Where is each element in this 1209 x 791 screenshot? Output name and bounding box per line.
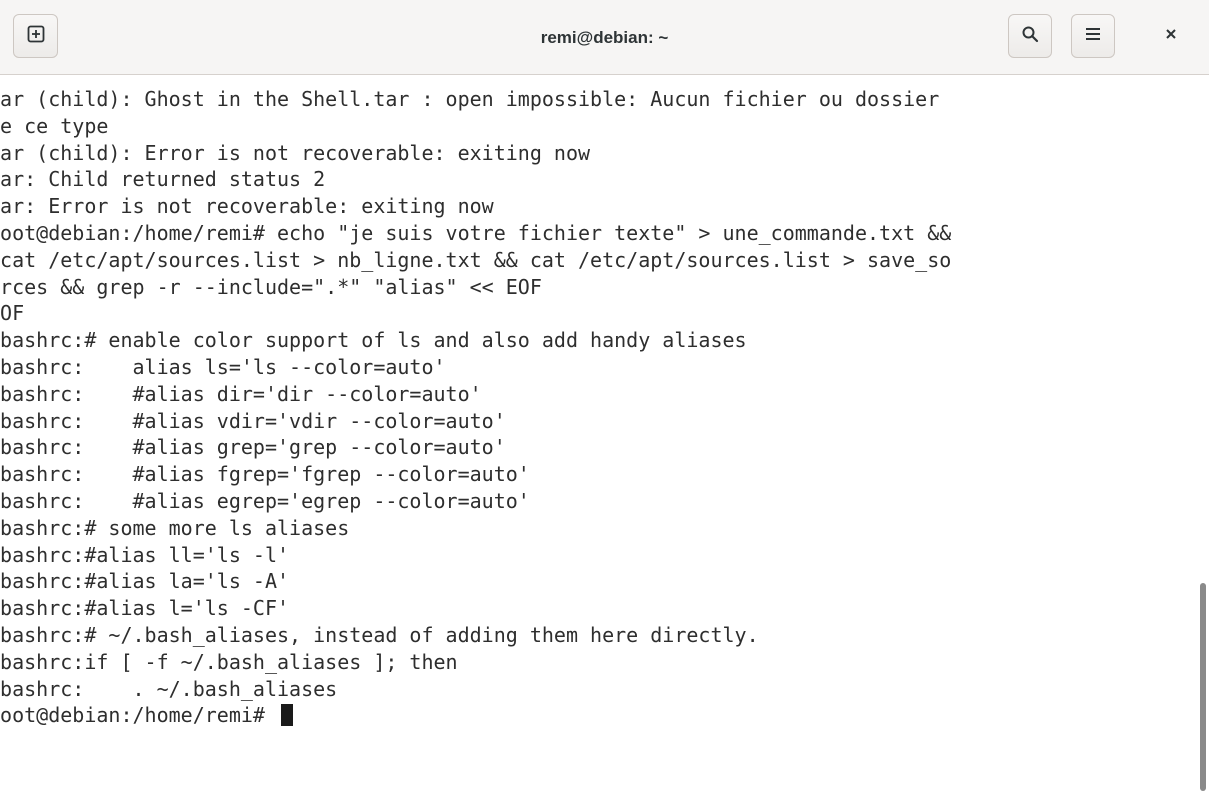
terminal-area[interactable]: :ar (child): Ghost in the Shell.tar : op… <box>0 75 1209 791</box>
terminal-line: EOF <box>0 301 25 326</box>
terminal-line: .bashrc:#alias ll='ls -l' <box>0 542 290 567</box>
menu-button[interactable] <box>1071 14 1115 58</box>
text-cursor <box>280 704 293 727</box>
terminal-line: :ar: Error is not recoverable: exiting n… <box>0 194 494 219</box>
terminal-line: .bashrc: . ~/.bash_aliases <box>0 676 338 701</box>
terminal-window: remi@debian: ~:ar (child): Ghost in the… <box>0 0 1209 791</box>
header-bar: remi@debian: ~ <box>0 0 1209 75</box>
scrollbar-thumb[interactable] <box>1200 583 1206 791</box>
terminal-line: le ce type <box>0 113 109 138</box>
terminal-line: .bashrc:if [ -f ~/.bash_aliases ]; then <box>0 649 458 674</box>
terminal-line: .bashrc: alias ls='ls --color=auto' <box>0 354 446 379</box>
close-button[interactable] <box>1148 14 1194 58</box>
vertical-scrollbar[interactable] <box>1197 75 1209 791</box>
terminal-line: :ar (child): Ghost in the Shell.tar : op… <box>0 87 940 111</box>
terminal-line: .bashrc: #alias egrep='egrep --color=aut… <box>0 488 530 513</box>
terminal-line: .bashrc:# ~/.bash_aliases, instead of ad… <box>0 622 759 647</box>
terminal-line: .bashrc: #alias fgrep='fgrep --color=aut… <box>0 462 530 487</box>
terminal-line: .bashrc: #alias grep='grep --color=auto' <box>0 435 506 460</box>
terminal-output: :ar (child): Ghost in the Shell.tar : op… <box>0 86 1200 729</box>
terminal-line: .bashrc: #alias vdir='vdir --color=auto' <box>0 408 506 433</box>
prompt-line[interactable]: root@debian:/home/remi# <box>0 702 1200 729</box>
new-tab-icon <box>27 25 45 48</box>
search-button[interactable] <box>1008 14 1052 58</box>
terminal-line: .bashrc:# enable color support of ls and… <box>0 328 747 353</box>
hamburger-menu-icon <box>1085 27 1101 46</box>
terminal-line: .bashrc: #alias dir='dir --color=auto' <box>0 381 482 406</box>
terminal-line: :ar: Child returned status 2 <box>0 167 326 192</box>
new-tab-button[interactable] <box>13 14 58 58</box>
close-icon <box>1164 27 1178 46</box>
shell-prompt: root@debian:/home/remi# <box>0 703 277 728</box>
terminal-line: cat /etc/apt/sources.list > nb_ligne.txt… <box>0 247 952 272</box>
terminal-line: urces && grep -r --include=".*" "alias" … <box>0 274 542 299</box>
search-icon <box>1021 25 1039 48</box>
terminal-line: :ar (child): Error is not recoverable: e… <box>0 140 591 165</box>
terminal-line: .bashrc:# some more ls aliases <box>0 515 350 540</box>
terminal-line: root@debian:/home/remi# echo "je suis vo… <box>0 220 952 245</box>
terminal-line: .bashrc:#alias la='ls -A' <box>0 569 290 594</box>
terminal-line: .bashrc:#alias l='ls -CF' <box>0 596 290 621</box>
